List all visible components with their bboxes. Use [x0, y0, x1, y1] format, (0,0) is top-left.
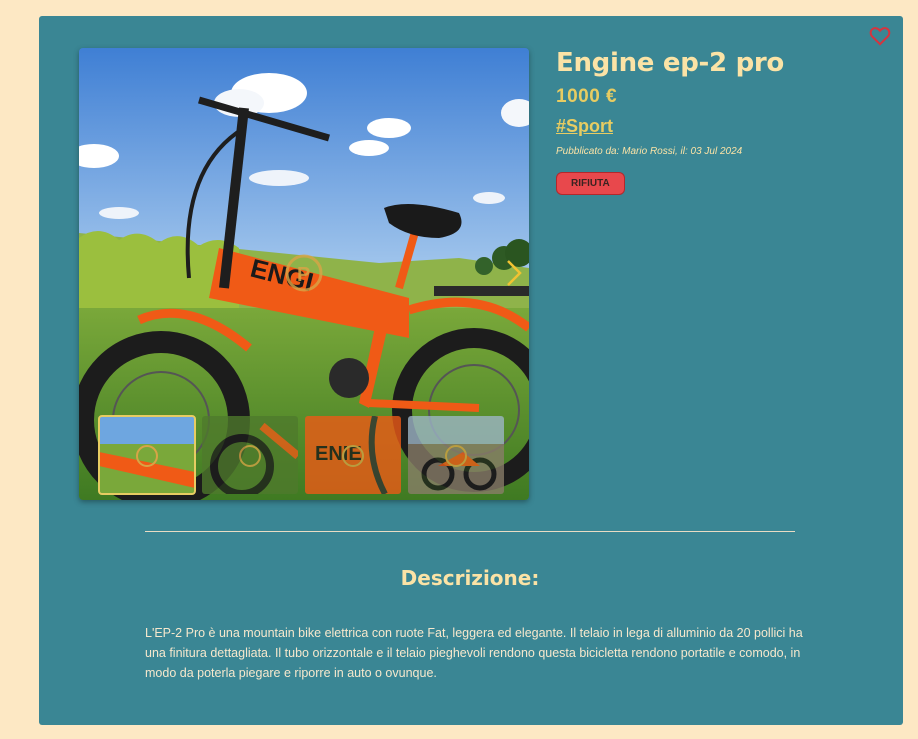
description-text: L'EP-2 Pro è una mountain bike elettrica…	[145, 626, 803, 680]
product-info: Engine ep-2 pro 1000 € #Sport Pubblicato…	[556, 48, 876, 195]
product-title: Engine ep-2 pro	[556, 48, 784, 78]
published-info: Pubblicato da: Mario Rossi, il: 03 Jul 2…	[556, 146, 743, 157]
thumbnail-2[interactable]	[202, 416, 298, 494]
heart-icon[interactable]	[869, 26, 891, 46]
image-gallery: ENGI P ENIE	[79, 48, 529, 500]
product-price: 1000 €	[556, 86, 618, 107]
category-tag-link[interactable]: #Sport	[556, 116, 613, 137]
thumbnail-4[interactable]	[408, 416, 504, 494]
chevron-right-icon[interactable]	[505, 258, 523, 288]
reject-button[interactable]: RIFIUTA	[556, 172, 625, 195]
product-card: ENGI P ENIE Engine ep-2 pro 1000 € #Spor…	[39, 16, 903, 725]
description-heading: Descrizione:	[400, 566, 540, 590]
thumbnail-1[interactable]	[98, 415, 196, 495]
section-divider	[145, 531, 795, 532]
thumbnail-3[interactable]: ENIE	[305, 416, 401, 494]
svg-text:P: P	[297, 264, 310, 286]
